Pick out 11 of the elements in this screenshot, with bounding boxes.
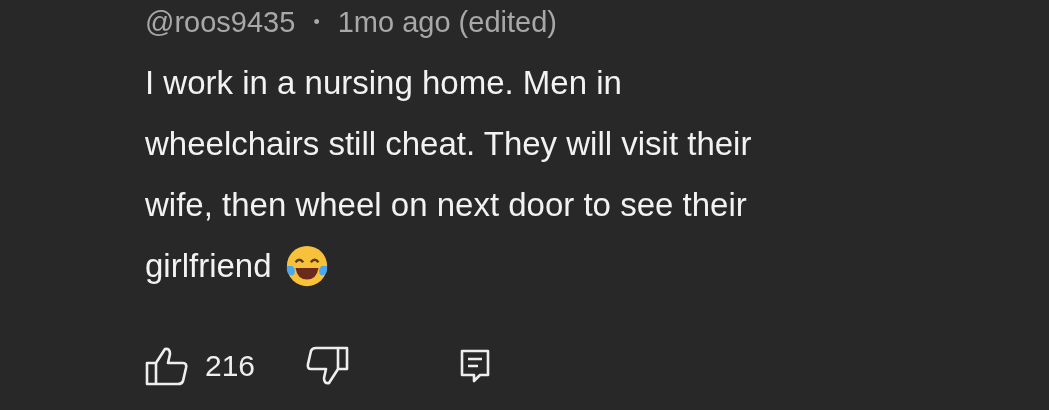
separator-dot: • — [313, 11, 320, 33]
comment-text-line: girlfriend — [145, 246, 272, 285]
thumbs-down-icon[interactable] — [305, 346, 350, 386]
comment-author[interactable]: @roos9435 — [145, 5, 296, 39]
comment-text-line: I work in a nursing home. Men in — [145, 63, 622, 102]
thumbs-up-icon[interactable] — [145, 346, 189, 386]
reply-icon[interactable] — [459, 348, 492, 384]
comment-time: 1mo ago (edited) — [337, 5, 557, 39]
like-count: 216 — [205, 349, 256, 383]
comment-text-line: wheelchairs still cheat. They will visit their — [145, 124, 752, 163]
comment-text-line: wife, then wheel on next door to see their — [145, 185, 747, 224]
